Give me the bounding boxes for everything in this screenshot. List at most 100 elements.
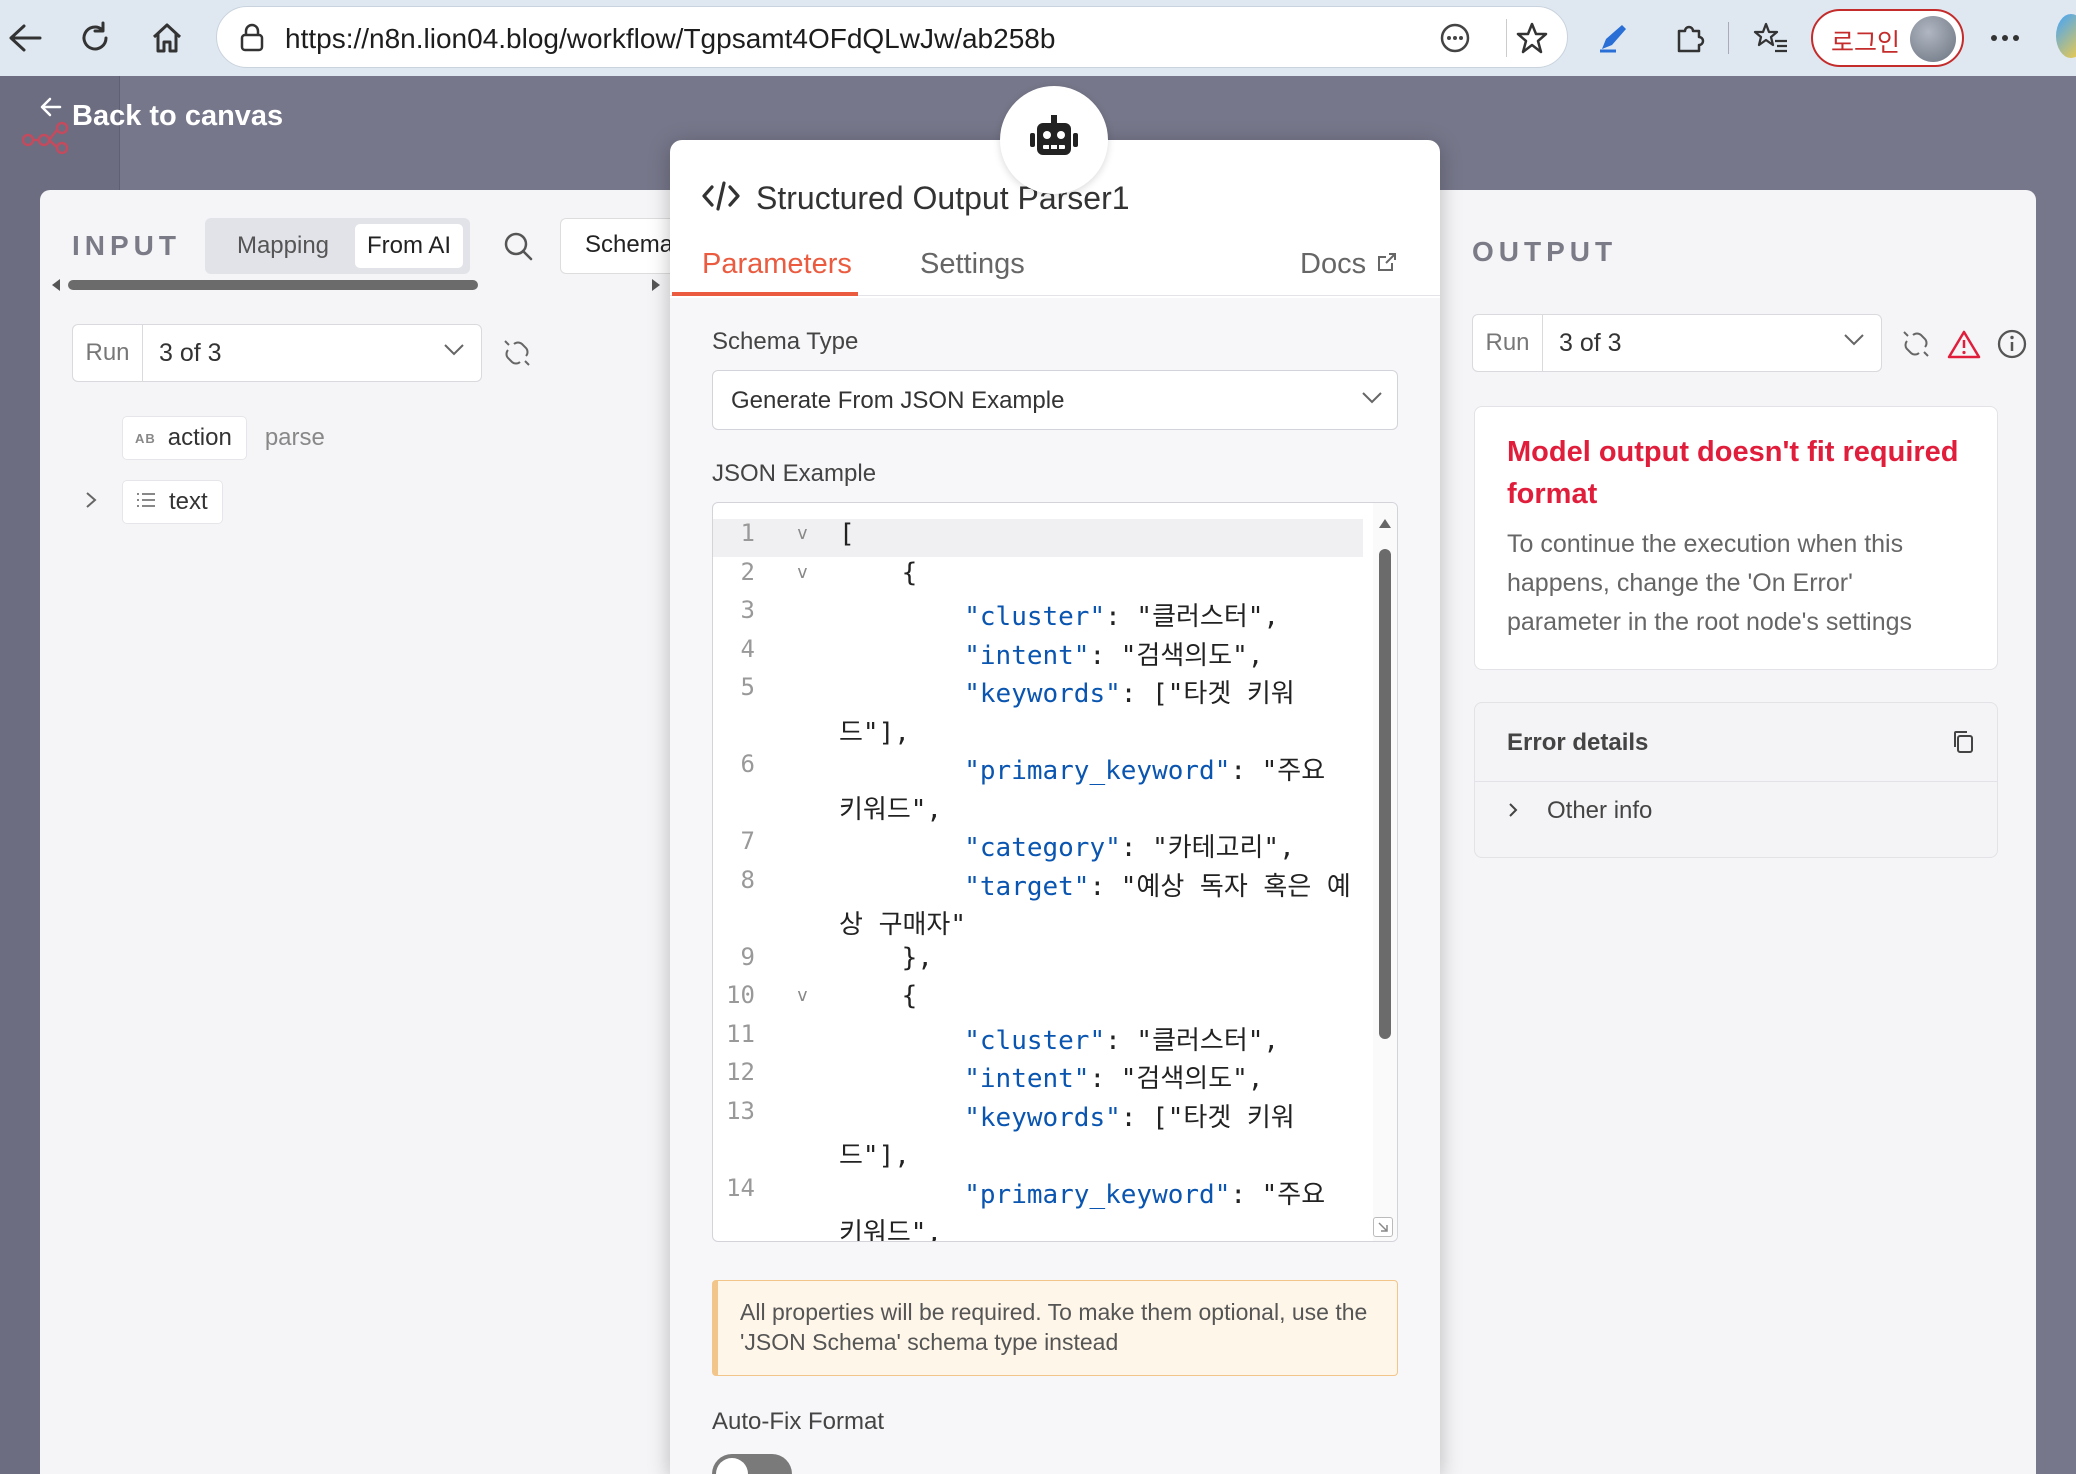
node-tabs: Parameters Settings Docs — [670, 234, 1440, 296]
chevron-down-icon — [1361, 391, 1383, 410]
code-line[interactable]: 3 "cluster": "클러스터", — [713, 592, 1363, 632]
code-line[interactable]: 9 }, — [713, 939, 1363, 977]
scrollbar-thumb[interactable] — [68, 280, 478, 290]
code-line[interactable]: 4 "intent": "검색의도", — [713, 631, 1363, 671]
link-runs-icon[interactable] — [502, 338, 532, 373]
code-text: "target": "예상 독자 혹은 예 — [839, 866, 1351, 903]
run-label: Run — [1473, 315, 1543, 371]
code-line[interactable]: 6 "primary_keyword": "주요 — [713, 746, 1363, 786]
copy-icon[interactable] — [1951, 729, 1975, 760]
info-icon[interactable] — [1992, 324, 2032, 364]
schema-type-label: Schema Type — [712, 328, 859, 355]
mapping-tab[interactable]: Mapping — [213, 224, 353, 268]
json-code-editor[interactable]: 1 v[2 v {3 "cluster": "클러스터", 4 "intent": "… — [712, 502, 1398, 1242]
scroll-right-icon[interactable] — [650, 278, 662, 292]
resize-handle-icon[interactable] — [1373, 1217, 1393, 1237]
json-key: "keywords" — [964, 679, 1121, 709]
horizontal-scrollbar[interactable] — [50, 276, 670, 292]
scroll-up-icon[interactable] — [1377, 517, 1393, 529]
browser-toolbar: https://n8n.lion04.blog/workflow/Tgpsamt… — [0, 0, 2076, 76]
schema-type-select[interactable]: Generate From JSON Example — [712, 370, 1398, 430]
back-arrow-icon[interactable] — [0, 13, 50, 63]
field-pill[interactable]: AB action — [122, 416, 247, 460]
url-text[interactable]: https://n8n.lion04.blog/workflow/Tgpsamt… — [285, 23, 1055, 55]
home-icon[interactable] — [142, 13, 192, 63]
search-icon[interactable] — [502, 230, 534, 267]
reload-icon[interactable] — [70, 13, 120, 63]
from-ai-tab[interactable]: From AI — [355, 224, 463, 268]
code-line[interactable]: 8 "target": "예상 독자 혹은 예 — [713, 862, 1363, 903]
docs-link[interactable]: Docs — [1300, 248, 1398, 281]
back-to-canvas-link[interactable]: Back to canvas — [40, 97, 283, 133]
other-info-toggle[interactable]: Other info — [1507, 797, 1652, 825]
json-key: "keywords" — [964, 1102, 1121, 1133]
external-link-icon — [1376, 248, 1398, 281]
divider — [1506, 19, 1507, 57]
code-line[interactable]: 13 "keywords": ["타겟 키워 — [713, 1093, 1363, 1134]
field-row-action: AB action parse — [122, 416, 325, 460]
json-value: : "검색의도", — [1089, 640, 1264, 671]
code-text: "cluster": "클러스터", — [839, 1020, 1279, 1057]
line-number: 11 — [726, 1019, 755, 1048]
extensions-puzzle-icon[interactable] — [1664, 13, 1714, 63]
schema-type-value: Generate From JSON Example — [731, 387, 1065, 414]
line-number: 7 — [740, 827, 755, 855]
code-line[interactable]: 12 "intent": "검색의도", — [713, 1054, 1363, 1094]
fold-chevron-icon[interactable]: v — [797, 985, 808, 1006]
json-value: : "주요 — [1230, 1179, 1326, 1210]
code-text: "keywords": ["타겟 키워 — [839, 673, 1295, 710]
more-menu-icon[interactable] — [1980, 13, 2030, 63]
scroll-left-icon[interactable] — [50, 278, 62, 292]
fold-chevron-icon[interactable]: v — [797, 562, 808, 583]
field-pill[interactable]: text — [122, 480, 223, 524]
fold-chevron-icon[interactable]: v — [797, 523, 808, 544]
code-line[interactable]: 14 "primary_keyword": "주요 — [713, 1170, 1363, 1210]
error-card: Model output doesn't fit required format… — [1474, 406, 1998, 670]
login-button[interactable]: 로그인 — [1811, 9, 1964, 67]
warning-icon[interactable] — [1944, 324, 1984, 364]
login-label: 로그인 — [1831, 28, 1901, 57]
line-number: 2 — [740, 557, 755, 586]
output-run-select[interactable]: Run 3 of 3 — [1472, 314, 1882, 372]
code-line[interactable]: 2 v { — [713, 554, 1363, 592]
code-line[interactable]: 1 v [ — [713, 515, 1363, 553]
code-wrap-text: 드"], — [839, 1141, 910, 1171]
json-value: : "주요 — [1230, 756, 1326, 786]
scrollbar-thumb[interactable] — [1379, 549, 1391, 1039]
json-value: : "예상 독자 혹은 예 — [1089, 871, 1351, 902]
json-value: : "카테고리", — [1120, 833, 1295, 863]
code-text: "keywords": ["타겟 키워 — [839, 1097, 1295, 1134]
code-line[interactable]: 5 "keywords": ["타겟 키워 — [713, 669, 1363, 710]
autofix-toggle[interactable] — [712, 1454, 792, 1474]
string-type-icon: AB — [135, 430, 156, 446]
code-line[interactable]: 7 "category": "카테고리", — [713, 823, 1363, 863]
favorite-star-icon[interactable] — [1515, 21, 1549, 60]
editor-scrollbar[interactable] — [1373, 503, 1397, 1241]
chevron-right-icon[interactable] — [84, 491, 122, 514]
line-number: 9 — [740, 942, 755, 971]
schema-view-tab[interactable]: Schema — [560, 218, 680, 274]
tab-settings[interactable]: Settings — [920, 248, 1025, 281]
pen-extension-icon[interactable] — [1588, 13, 1638, 63]
error-details-card: Error details Other info — [1474, 702, 1998, 858]
code-text: }, — [839, 942, 933, 973]
input-run-select[interactable]: Run 3 of 3 — [72, 324, 482, 382]
tab-parameters[interactable]: Parameters — [702, 248, 852, 281]
code-line[interactable]: 11 "cluster": "클러스터", — [713, 1016, 1363, 1057]
code-line[interactable]: 10 v { — [713, 977, 1363, 1015]
site-info-icon[interactable] — [237, 23, 267, 58]
json-value: : "클러스터", — [1105, 602, 1280, 632]
favorites-list-icon[interactable] — [1746, 13, 1796, 63]
field-name: action — [167, 424, 232, 451]
copilot-icon[interactable] — [2056, 14, 2076, 58]
address-bar[interactable]: https://n8n.lion04.blog/workflow/Tgpsamt… — [216, 6, 1568, 68]
more-options-icon[interactable] — [1439, 22, 1471, 59]
line-number: 6 — [740, 750, 755, 778]
input-mode-switch: Mapping From AI — [205, 218, 470, 274]
code-icon — [702, 181, 740, 216]
link-runs-icon[interactable] — [1896, 324, 1936, 364]
run-value: 3 of 3 — [159, 339, 222, 367]
json-key: "intent" — [964, 1064, 1090, 1094]
json-key: "primary_keyword" — [964, 756, 1231, 786]
json-key: "primary_keyword" — [964, 1179, 1231, 1210]
